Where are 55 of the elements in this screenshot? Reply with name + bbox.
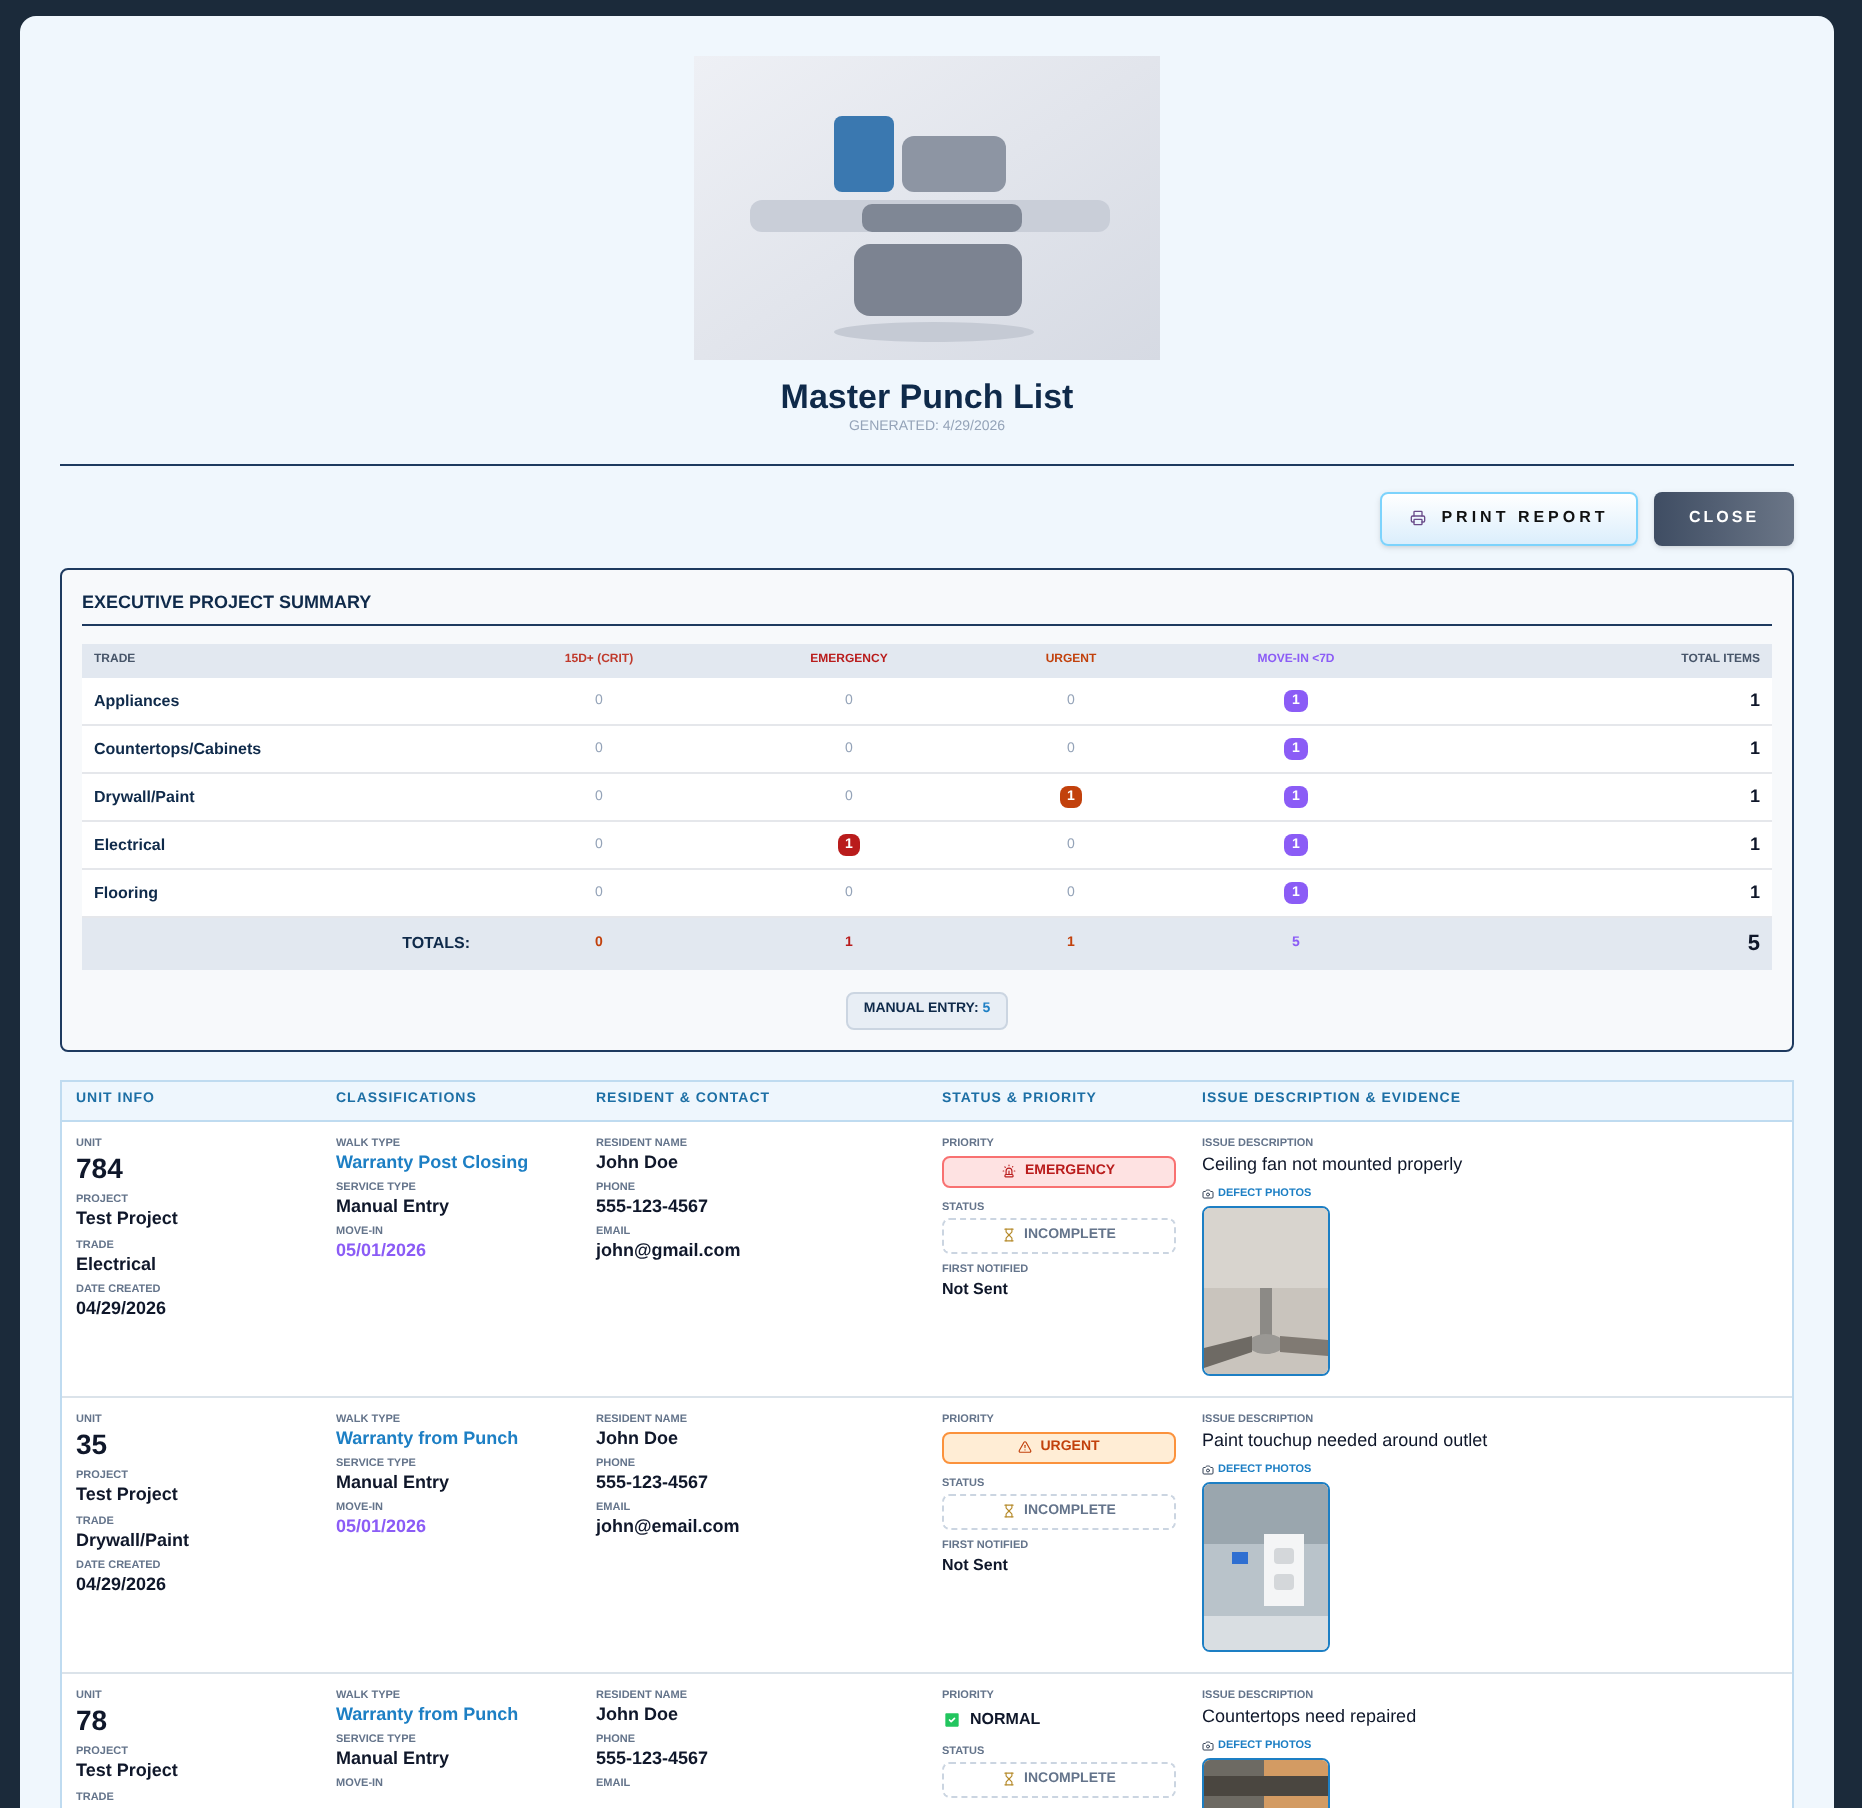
siren-icon: [1002, 1164, 1017, 1179]
camera-icon: [1202, 1740, 1214, 1753]
warning-icon: [1018, 1440, 1033, 1455]
camera-icon: [1202, 1188, 1214, 1201]
field-value: 78: [76, 1703, 110, 1739]
field-value: Not Sent: [942, 1553, 1010, 1578]
total-value: 1: [1747, 688, 1760, 714]
field-value: john@email.com: [596, 1516, 742, 1539]
field-value: 04/29/2026: [76, 1297, 169, 1320]
field-value: 05/01/2026: [336, 1240, 429, 1263]
field-value: John Doe: [596, 1703, 681, 1726]
field-value: Manual Entry: [336, 1472, 452, 1495]
issue-description: Paint touchup needed around outlet: [1202, 1427, 1490, 1454]
issue-description: Ceiling fan not mounted properly: [1202, 1151, 1465, 1178]
total-value: 1: [1747, 880, 1760, 906]
field-value: 784: [76, 1151, 125, 1187]
field-value: 555-123-4567: [596, 1472, 711, 1495]
totals-label: TOTALS:: [400, 932, 472, 957]
field-value: Test Project: [76, 1484, 180, 1507]
field-value: john@gmail.com: [596, 1240, 743, 1263]
print-button[interactable]: PRINT REPORT: [1380, 491, 1638, 546]
field-value: Warranty Post Closing: [336, 1151, 531, 1174]
trade-name: Electrical: [94, 833, 168, 858]
field-value: 05/01/2026: [336, 1516, 429, 1539]
field-value: Not Sent: [942, 1277, 1010, 1302]
field-value: 04/29/2026: [76, 1573, 169, 1596]
priority-label: NORMAL: [970, 1707, 1041, 1732]
field-value: 555-123-4567: [596, 1748, 711, 1771]
field-value: Warranty from Punch: [336, 1703, 521, 1726]
total-value: 1: [1747, 784, 1760, 810]
field-value: Test Project: [76, 1208, 180, 1231]
total-value: 1: [1747, 832, 1760, 858]
trade-name: Appliances: [94, 689, 182, 714]
field-value: John Doe: [596, 1151, 681, 1174]
camera-icon: [1202, 1464, 1214, 1477]
issue-description: Countertops need repaired: [1202, 1703, 1419, 1730]
field-value: Manual Entry: [336, 1196, 452, 1219]
check-icon: [942, 1709, 962, 1730]
trade-name: Drywall/Paint: [94, 785, 197, 810]
field-value: Manual Entry: [336, 1748, 452, 1771]
field-value: 555-123-4567: [596, 1196, 711, 1219]
field-value: 35: [76, 1427, 110, 1463]
field-value: Drywall/Paint: [76, 1529, 192, 1552]
trade-name: Countertops/Cabinets: [94, 737, 264, 762]
grand-total: 5: [1745, 930, 1760, 960]
trade-name: Flooring: [94, 881, 160, 906]
printer-icon: [1409, 510, 1426, 527]
field-value: Warranty from Punch: [336, 1427, 521, 1450]
field-value: Test Project: [76, 1760, 180, 1783]
summary-title: EXECUTIVE PROJECT SUMMARY: [82, 589, 1772, 627]
field-value: Electrical: [76, 1253, 159, 1276]
report-title: Master Punch List: [780, 376, 1074, 419]
close-button[interactable]: CLOSE: [1654, 491, 1794, 546]
total-value: 1: [1747, 736, 1760, 762]
field-value: John Doe: [596, 1427, 681, 1450]
